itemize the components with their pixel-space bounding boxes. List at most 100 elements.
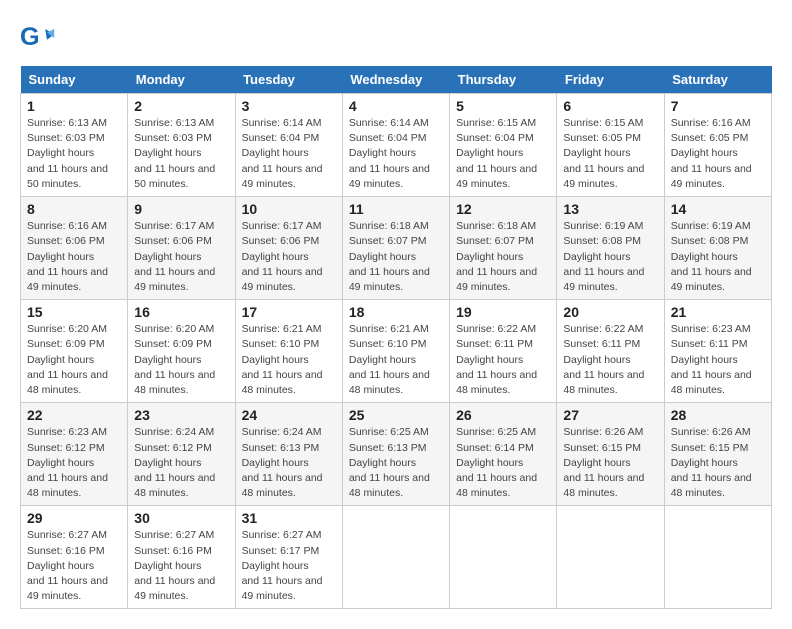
calendar-cell: 1 Sunrise: 6:13 AM Sunset: 6:03 PM Dayli…: [21, 94, 128, 197]
calendar-cell: 3 Sunrise: 6:14 AM Sunset: 6:04 PM Dayli…: [235, 94, 342, 197]
day-number: 5: [456, 98, 550, 114]
day-number: 29: [27, 510, 121, 526]
calendar-cell: 20 Sunrise: 6:22 AM Sunset: 6:11 PM Dayl…: [557, 300, 664, 403]
calendar-cell: 19 Sunrise: 6:22 AM Sunset: 6:11 PM Dayl…: [450, 300, 557, 403]
calendar-table: SundayMondayTuesdayWednesdayThursdayFrid…: [20, 66, 772, 609]
calendar-cell: 10 Sunrise: 6:17 AM Sunset: 6:06 PM Dayl…: [235, 197, 342, 300]
calendar-cell: 31 Sunrise: 6:27 AM Sunset: 6:17 PM Dayl…: [235, 506, 342, 609]
calendar-week-4: 22 Sunrise: 6:23 AM Sunset: 6:12 PM Dayl…: [21, 403, 772, 506]
calendar-cell: 15 Sunrise: 6:20 AM Sunset: 6:09 PM Dayl…: [21, 300, 128, 403]
day-number: 21: [671, 304, 765, 320]
weekday-header-monday: Monday: [128, 66, 235, 94]
day-info: Sunrise: 6:27 AM Sunset: 6:16 PM Dayligh…: [134, 528, 228, 604]
calendar-cell: [664, 506, 771, 609]
weekday-header-thursday: Thursday: [450, 66, 557, 94]
day-number: 3: [242, 98, 336, 114]
calendar-cell: 25 Sunrise: 6:25 AM Sunset: 6:13 PM Dayl…: [342, 403, 449, 506]
day-number: 7: [671, 98, 765, 114]
day-number: 30: [134, 510, 228, 526]
calendar-cell: 26 Sunrise: 6:25 AM Sunset: 6:14 PM Dayl…: [450, 403, 557, 506]
calendar-body: 1 Sunrise: 6:13 AM Sunset: 6:03 PM Dayli…: [21, 94, 772, 609]
day-number: 16: [134, 304, 228, 320]
day-number: 17: [242, 304, 336, 320]
day-info: Sunrise: 6:25 AM Sunset: 6:14 PM Dayligh…: [456, 425, 550, 501]
svg-text:G: G: [20, 23, 40, 51]
day-number: 22: [27, 407, 121, 423]
calendar-week-1: 1 Sunrise: 6:13 AM Sunset: 6:03 PM Dayli…: [21, 94, 772, 197]
day-info: Sunrise: 6:20 AM Sunset: 6:09 PM Dayligh…: [27, 322, 121, 398]
day-info: Sunrise: 6:13 AM Sunset: 6:03 PM Dayligh…: [134, 116, 228, 192]
calendar-cell: [342, 506, 449, 609]
calendar-cell: 11 Sunrise: 6:18 AM Sunset: 6:07 PM Dayl…: [342, 197, 449, 300]
day-number: 23: [134, 407, 228, 423]
day-number: 28: [671, 407, 765, 423]
day-number: 4: [349, 98, 443, 114]
day-info: Sunrise: 6:20 AM Sunset: 6:09 PM Dayligh…: [134, 322, 228, 398]
calendar-cell: 21 Sunrise: 6:23 AM Sunset: 6:11 PM Dayl…: [664, 300, 771, 403]
day-number: 1: [27, 98, 121, 114]
day-info: Sunrise: 6:18 AM Sunset: 6:07 PM Dayligh…: [456, 219, 550, 295]
calendar-cell: 14 Sunrise: 6:19 AM Sunset: 6:08 PM Dayl…: [664, 197, 771, 300]
day-info: Sunrise: 6:27 AM Sunset: 6:17 PM Dayligh…: [242, 528, 336, 604]
calendar-cell: 22 Sunrise: 6:23 AM Sunset: 6:12 PM Dayl…: [21, 403, 128, 506]
day-number: 31: [242, 510, 336, 526]
calendar-cell: 29 Sunrise: 6:27 AM Sunset: 6:16 PM Dayl…: [21, 506, 128, 609]
day-info: Sunrise: 6:22 AM Sunset: 6:11 PM Dayligh…: [563, 322, 657, 398]
calendar-week-3: 15 Sunrise: 6:20 AM Sunset: 6:09 PM Dayl…: [21, 300, 772, 403]
day-number: 10: [242, 201, 336, 217]
calendar-cell: 6 Sunrise: 6:15 AM Sunset: 6:05 PM Dayli…: [557, 94, 664, 197]
day-info: Sunrise: 6:26 AM Sunset: 6:15 PM Dayligh…: [671, 425, 765, 501]
day-number: 25: [349, 407, 443, 423]
day-info: Sunrise: 6:24 AM Sunset: 6:12 PM Dayligh…: [134, 425, 228, 501]
weekday-header-row: SundayMondayTuesdayWednesdayThursdayFrid…: [21, 66, 772, 94]
day-info: Sunrise: 6:22 AM Sunset: 6:11 PM Dayligh…: [456, 322, 550, 398]
weekday-header-saturday: Saturday: [664, 66, 771, 94]
weekday-header-wednesday: Wednesday: [342, 66, 449, 94]
calendar-cell: 7 Sunrise: 6:16 AM Sunset: 6:05 PM Dayli…: [664, 94, 771, 197]
day-info: Sunrise: 6:19 AM Sunset: 6:08 PM Dayligh…: [671, 219, 765, 295]
day-number: 14: [671, 201, 765, 217]
day-number: 2: [134, 98, 228, 114]
day-info: Sunrise: 6:13 AM Sunset: 6:03 PM Dayligh…: [27, 116, 121, 192]
day-info: Sunrise: 6:19 AM Sunset: 6:08 PM Dayligh…: [563, 219, 657, 295]
calendar-cell: 24 Sunrise: 6:24 AM Sunset: 6:13 PM Dayl…: [235, 403, 342, 506]
page-header: G: [20, 20, 772, 56]
day-info: Sunrise: 6:15 AM Sunset: 6:05 PM Dayligh…: [563, 116, 657, 192]
day-number: 13: [563, 201, 657, 217]
day-number: 24: [242, 407, 336, 423]
logo: G: [20, 20, 60, 56]
weekday-header-sunday: Sunday: [21, 66, 128, 94]
day-info: Sunrise: 6:26 AM Sunset: 6:15 PM Dayligh…: [563, 425, 657, 501]
calendar-cell: 17 Sunrise: 6:21 AM Sunset: 6:10 PM Dayl…: [235, 300, 342, 403]
logo-icon: G: [20, 20, 56, 56]
day-info: Sunrise: 6:16 AM Sunset: 6:05 PM Dayligh…: [671, 116, 765, 192]
calendar-cell: 23 Sunrise: 6:24 AM Sunset: 6:12 PM Dayl…: [128, 403, 235, 506]
calendar-cell: 5 Sunrise: 6:15 AM Sunset: 6:04 PM Dayli…: [450, 94, 557, 197]
day-info: Sunrise: 6:14 AM Sunset: 6:04 PM Dayligh…: [242, 116, 336, 192]
day-number: 8: [27, 201, 121, 217]
day-number: 11: [349, 201, 443, 217]
calendar-cell: 4 Sunrise: 6:14 AM Sunset: 6:04 PM Dayli…: [342, 94, 449, 197]
day-number: 20: [563, 304, 657, 320]
calendar-cell: 27 Sunrise: 6:26 AM Sunset: 6:15 PM Dayl…: [557, 403, 664, 506]
day-number: 19: [456, 304, 550, 320]
day-number: 27: [563, 407, 657, 423]
calendar-cell: 18 Sunrise: 6:21 AM Sunset: 6:10 PM Dayl…: [342, 300, 449, 403]
calendar-cell: 28 Sunrise: 6:26 AM Sunset: 6:15 PM Dayl…: [664, 403, 771, 506]
calendar-week-2: 8 Sunrise: 6:16 AM Sunset: 6:06 PM Dayli…: [21, 197, 772, 300]
day-info: Sunrise: 6:23 AM Sunset: 6:12 PM Dayligh…: [27, 425, 121, 501]
weekday-header-tuesday: Tuesday: [235, 66, 342, 94]
day-info: Sunrise: 6:27 AM Sunset: 6:16 PM Dayligh…: [27, 528, 121, 604]
day-info: Sunrise: 6:17 AM Sunset: 6:06 PM Dayligh…: [134, 219, 228, 295]
day-number: 12: [456, 201, 550, 217]
day-info: Sunrise: 6:21 AM Sunset: 6:10 PM Dayligh…: [349, 322, 443, 398]
day-info: Sunrise: 6:23 AM Sunset: 6:11 PM Dayligh…: [671, 322, 765, 398]
day-number: 6: [563, 98, 657, 114]
day-info: Sunrise: 6:16 AM Sunset: 6:06 PM Dayligh…: [27, 219, 121, 295]
day-info: Sunrise: 6:25 AM Sunset: 6:13 PM Dayligh…: [349, 425, 443, 501]
day-info: Sunrise: 6:14 AM Sunset: 6:04 PM Dayligh…: [349, 116, 443, 192]
calendar-cell: [557, 506, 664, 609]
calendar-cell: 30 Sunrise: 6:27 AM Sunset: 6:16 PM Dayl…: [128, 506, 235, 609]
calendar-cell: 9 Sunrise: 6:17 AM Sunset: 6:06 PM Dayli…: [128, 197, 235, 300]
calendar-cell: 16 Sunrise: 6:20 AM Sunset: 6:09 PM Dayl…: [128, 300, 235, 403]
